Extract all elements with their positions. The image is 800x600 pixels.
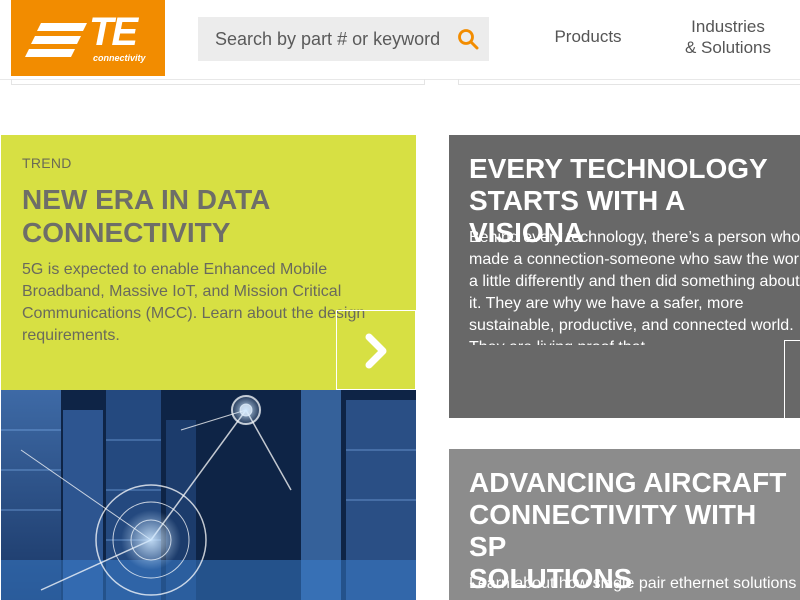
subheader-panel-right [458, 79, 800, 85]
logo-wordmark: TE [89, 10, 138, 54]
search-box [198, 17, 489, 61]
te-logo[interactable]: TE connectivity [11, 0, 165, 76]
subheader-panel-left [11, 79, 425, 85]
trend-title: NEW ERA IN DATA CONNECTIVITY [22, 184, 270, 248]
nav-industries-solutions[interactable]: Industries & Solutions [672, 16, 784, 58]
nav-products[interactable]: Products [542, 26, 634, 47]
vision-next-button[interactable] [784, 340, 800, 418]
vision-card-footer [449, 345, 800, 418]
aircraft-body: Learn about how single pair ethernet sol… [469, 575, 797, 592]
vision-body: Behind every technology, there’s a perso… [469, 229, 800, 345]
trend-next-button[interactable] [336, 310, 416, 390]
trend-body: 5G is expected to enable Enhanced Mobile… [22, 261, 366, 344]
trend-eyebrow: TREND [22, 155, 72, 171]
vision-card[interactable]: EVERY TECHNOLOGY STARTS WITH A VISIONA B… [449, 135, 800, 418]
search-input[interactable] [198, 17, 448, 61]
logo-mark-icon [25, 23, 87, 57]
logo-tagline: connectivity [93, 53, 146, 63]
search-icon[interactable] [457, 28, 479, 50]
chevron-right-icon [365, 333, 387, 369]
aircraft-card[interactable]: ADVANCING AIRCRAFT CONNECTIVITY WITH SP … [449, 449, 800, 600]
smart-city-image [1, 390, 416, 600]
